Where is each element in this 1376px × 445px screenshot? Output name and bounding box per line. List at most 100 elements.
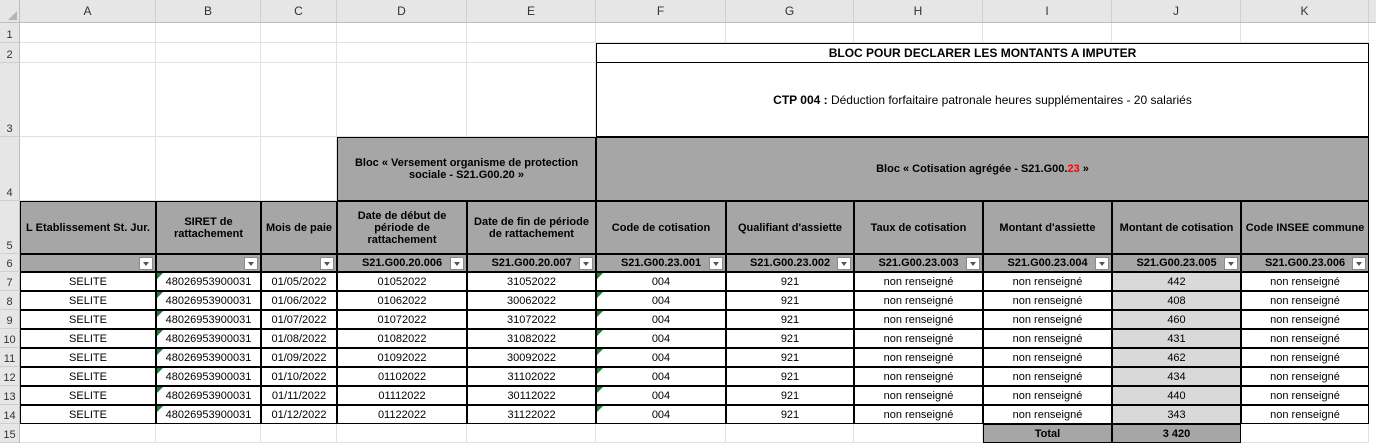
row-header-9[interactable]: 9 [0,310,20,329]
column-title[interactable]: Taux de cotisation [854,201,983,254]
data-cell[interactable]: SELITE [20,291,156,310]
data-cell[interactable]: non renseigné [1241,329,1369,348]
total-value[interactable]: 3 420 [1112,424,1241,443]
column-title[interactable]: Mois de paie [261,201,337,254]
data-cell[interactable]: non renseigné [854,348,983,367]
empty-cell[interactable] [20,43,156,63]
data-cell[interactable]: non renseigné [854,386,983,405]
column-title[interactable]: Date de début de période de rattachement [337,201,467,254]
data-cell[interactable]: 30112022 [467,386,596,405]
empty-cell[interactable] [20,63,156,137]
column-header-j[interactable]: J [1112,0,1241,22]
empty-cell[interactable] [596,23,726,43]
data-cell[interactable]: non renseigné [854,405,983,424]
filter-dropdown-icon[interactable] [966,257,980,270]
data-cell[interactable]: 004 [596,329,726,348]
data-cell[interactable]: 01/09/2022 [261,348,337,367]
data-cell[interactable]: 01062022 [337,291,467,310]
row-header-3[interactable]: 3 [0,63,20,137]
filter-dropdown-icon[interactable] [709,257,723,270]
data-cell[interactable]: 30092022 [467,348,596,367]
data-cell[interactable]: 408 [1112,291,1241,310]
data-cell[interactable]: non renseigné [854,272,983,291]
data-cell[interactable]: SELITE [20,329,156,348]
data-cell[interactable]: 48026953900031 [156,329,261,348]
data-cell[interactable]: 442 [1112,272,1241,291]
data-cell[interactable]: 31072022 [467,310,596,329]
bloc-versement-header[interactable]: Bloc « Versement organisme de protection… [337,137,596,201]
bloc-cotisation-header[interactable]: Bloc « Cotisation agrégée - S21.G00. 23 » [596,137,1369,201]
field-code[interactable]: S21.G00.23.001 [596,254,726,272]
data-cell[interactable]: 004 [596,272,726,291]
row-header-4[interactable]: 4 [0,137,20,201]
row-header-14[interactable]: 14 [0,405,20,424]
data-cell[interactable]: non renseigné [1241,348,1369,367]
filter-dropdown-icon[interactable] [1224,257,1238,270]
empty-cell[interactable] [854,424,983,443]
filter-dropdown-icon[interactable] [244,257,258,270]
empty-cell[interactable] [261,63,337,137]
data-cell[interactable]: 004 [596,348,726,367]
empty-cell[interactable] [726,23,854,43]
data-cell[interactable]: non renseigné [983,386,1112,405]
data-cell[interactable]: non renseigné [983,329,1112,348]
data-cell[interactable]: 004 [596,405,726,424]
data-cell[interactable]: 01072022 [337,310,467,329]
row-header-10[interactable]: 10 [0,329,20,348]
data-cell[interactable]: 30062022 [467,291,596,310]
data-cell[interactable]: 921 [726,405,854,424]
data-cell[interactable]: 01/07/2022 [261,310,337,329]
data-cell[interactable]: 004 [596,367,726,386]
data-cell[interactable]: 004 [596,291,726,310]
data-cell[interactable]: SELITE [20,386,156,405]
row-header-12[interactable]: 12 [0,367,20,386]
empty-cell[interactable] [596,424,726,443]
bloc-title[interactable]: BLOC POUR DECLARER LES MONTANTS A IMPUTE… [596,43,1369,63]
filter-dropdown-icon[interactable] [837,257,851,270]
data-cell[interactable]: 01102022 [337,367,467,386]
field-code[interactable]: S21.G00.23.004 [983,254,1112,272]
empty-cell[interactable] [156,424,261,443]
empty-cell[interactable] [467,424,596,443]
data-cell[interactable]: 48026953900031 [156,272,261,291]
empty-cell[interactable] [261,43,337,63]
column-header-c[interactable]: C [261,0,337,22]
ctp-description[interactable]: CTP 004 : Déduction forfaitaire patronal… [596,63,1369,137]
data-cell[interactable]: non renseigné [1241,367,1369,386]
row-header-1[interactable]: 1 [0,23,20,43]
row-header-7[interactable]: 7 [0,272,20,291]
data-cell[interactable]: non renseigné [1241,386,1369,405]
select-all-corner[interactable] [0,0,20,22]
data-cell[interactable]: SELITE [20,405,156,424]
data-cell[interactable]: 921 [726,310,854,329]
empty-cell[interactable] [261,23,337,43]
empty-cell[interactable] [1241,424,1369,443]
row-header-8[interactable]: 8 [0,291,20,310]
filter-dropdown-icon[interactable] [320,257,334,270]
data-cell[interactable]: 48026953900031 [156,348,261,367]
data-cell[interactable]: 004 [596,386,726,405]
data-cell[interactable]: non renseigné [854,291,983,310]
data-cell[interactable]: non renseigné [1241,272,1369,291]
data-cell[interactable]: 004 [596,310,726,329]
column-header-a[interactable]: A [20,0,156,22]
row-header-13[interactable]: 13 [0,386,20,405]
column-title[interactable]: Code INSEE commune [1241,201,1369,254]
data-cell[interactable]: SELITE [20,348,156,367]
data-cell[interactable]: 921 [726,367,854,386]
empty-cell[interactable] [156,137,261,201]
empty-cell[interactable] [854,23,983,43]
column-header-d[interactable]: D [337,0,467,22]
empty-cell[interactable] [337,424,467,443]
data-cell[interactable]: 31122022 [467,405,596,424]
data-cell[interactable]: non renseigné [983,405,1112,424]
field-code[interactable] [20,254,156,272]
empty-cell[interactable] [983,23,1112,43]
field-code[interactable]: S21.G00.20.006 [337,254,467,272]
data-cell[interactable]: non renseigné [983,310,1112,329]
field-code[interactable]: S21.G00.23.005 [1112,254,1241,272]
data-cell[interactable]: 434 [1112,367,1241,386]
data-cell[interactable]: non renseigné [854,329,983,348]
data-cell[interactable]: 31082022 [467,329,596,348]
empty-cell[interactable] [156,63,261,137]
